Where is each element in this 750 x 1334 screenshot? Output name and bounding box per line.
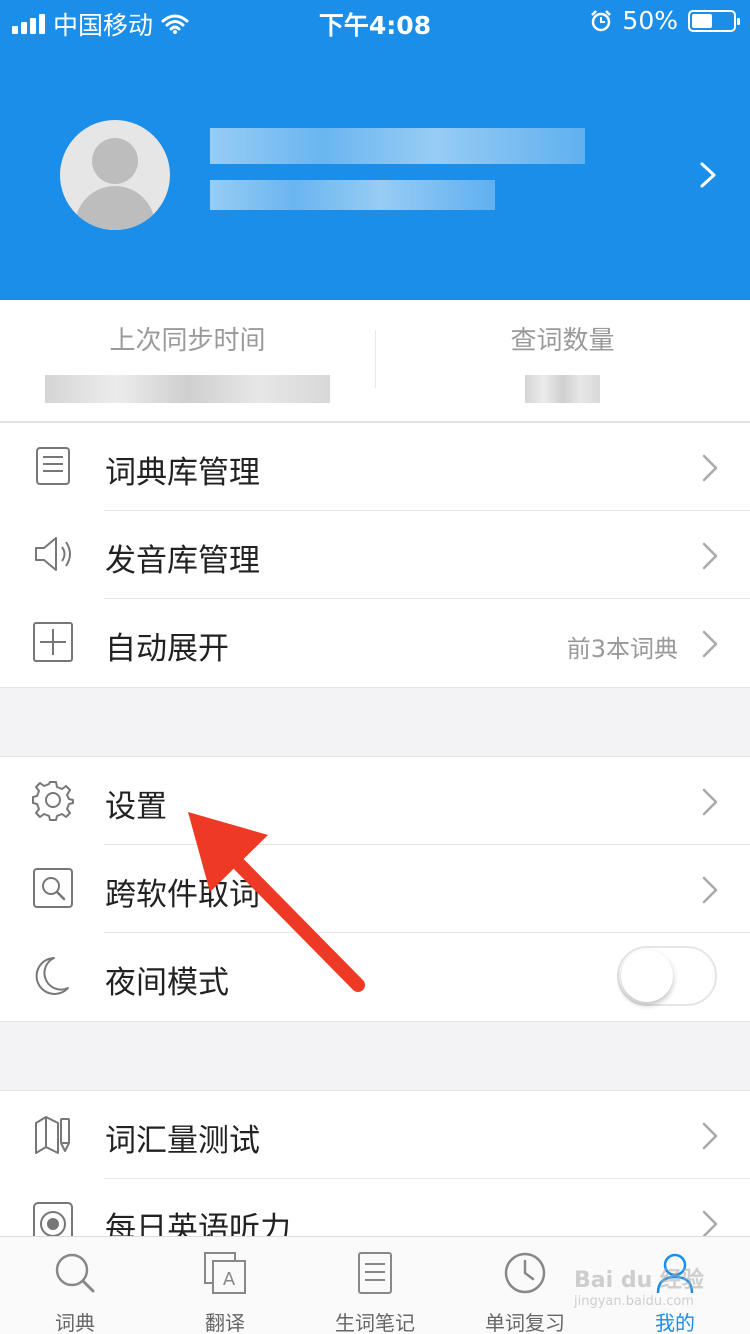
menu-item-dictionary-library[interactable]: 词典库管理 (0, 423, 750, 511)
search-box-icon (33, 868, 73, 908)
menu-item-night-mode: 夜间模式 (0, 933, 750, 1021)
gear-icon (32, 781, 74, 821)
account-blurred (210, 180, 495, 210)
menu-item-vocab-test[interactable]: 词汇量测试 (0, 1091, 750, 1179)
stat-sync-time: 上次同步时间 (0, 320, 375, 357)
night-mode-toggle[interactable] (617, 946, 717, 1006)
translate-icon: A (204, 1252, 246, 1294)
menu-group-1: 词典库管理 发音库管理 自动展开 前3本词典 (0, 422, 750, 688)
profile-header[interactable]: 中国移动 下午4:08 50% (0, 0, 750, 300)
chevron-right-icon (702, 1122, 718, 1150)
tab-dictionary[interactable]: 词典 (0, 1237, 150, 1334)
search-icon (55, 1253, 95, 1293)
notes-icon (358, 1252, 392, 1294)
menu-item-label: 词汇量测试 (105, 1123, 260, 1159)
plus-box-icon (33, 622, 73, 662)
chevron-right-icon (702, 454, 718, 482)
tab-label: 我的 (655, 1311, 695, 1334)
tab-label: 翻译 (205, 1311, 245, 1334)
menu-item-pronunciation-library[interactable]: 发音库管理 (0, 511, 750, 599)
menu-item-daily-listening[interactable]: 每日英语听力 (0, 1179, 750, 1240)
listen-icon (33, 1202, 73, 1240)
menu-item-value: 前3本词典 (566, 635, 678, 663)
battery-percent: 50% (622, 6, 678, 35)
chevron-right-icon (702, 876, 718, 904)
tab-translate[interactable]: A 翻译 (150, 1237, 300, 1334)
menu-item-label: 发音库管理 (105, 543, 260, 579)
test-icon (35, 1116, 70, 1154)
battery-icon (688, 9, 740, 32)
moon-icon (35, 957, 69, 995)
stat-lookup-count: 查词数量 (375, 320, 750, 357)
book-icon (36, 447, 70, 485)
baidu-watermark: Bai du 经验 jingyan.baidu.com (574, 1268, 704, 1309)
tab-label: 生词笔记 (335, 1311, 415, 1334)
avatar[interactable] (60, 120, 170, 230)
speaker-icon (35, 537, 71, 571)
menu-item-settings[interactable]: 设置 (0, 757, 750, 845)
chevron-right-icon (702, 630, 718, 658)
menu-item-label: 设置 (105, 789, 167, 825)
chevron-right-icon[interactable] (694, 160, 724, 190)
stat-label: 上次同步时间 (109, 326, 266, 356)
status-bar: 中国移动 下午4:08 50% (0, 0, 750, 40)
stat-label: 查词数量 (510, 326, 615, 356)
tab-label: 词典 (55, 1311, 95, 1334)
menu-item-auto-expand[interactable]: 自动展开 前3本词典 (0, 599, 750, 687)
menu-item-label: 跨软件取词 (105, 877, 260, 913)
menu-group-2: 设置 跨软件取词 夜间模式 (0, 756, 750, 1022)
username-blurred (210, 128, 585, 164)
menu-item-label: 每日英语听力 (105, 1211, 291, 1240)
menu-item-label: 词典库管理 (105, 455, 260, 491)
lookup-count-blurred (525, 375, 600, 403)
menu-item-label: 自动展开 (105, 631, 229, 667)
menu-item-cross-app-lookup[interactable]: 跨软件取词 (0, 845, 750, 933)
tab-label: 单词复习 (485, 1311, 565, 1334)
menu-item-label: 夜间模式 (105, 965, 229, 1001)
stats-panel: 上次同步时间 查词数量 (0, 300, 750, 422)
alarm-icon (591, 9, 612, 31)
menu-group-3: 词汇量测试 每日英语听力 (0, 1090, 750, 1240)
tab-word-notes[interactable]: 生词笔记 (300, 1237, 450, 1334)
chevron-right-icon (702, 1210, 718, 1238)
clock-icon (504, 1252, 546, 1294)
chevron-right-icon (702, 542, 718, 570)
sync-time-blurred (45, 375, 330, 403)
svg-text:A: A (223, 1269, 236, 1290)
chevron-right-icon (702, 788, 718, 816)
